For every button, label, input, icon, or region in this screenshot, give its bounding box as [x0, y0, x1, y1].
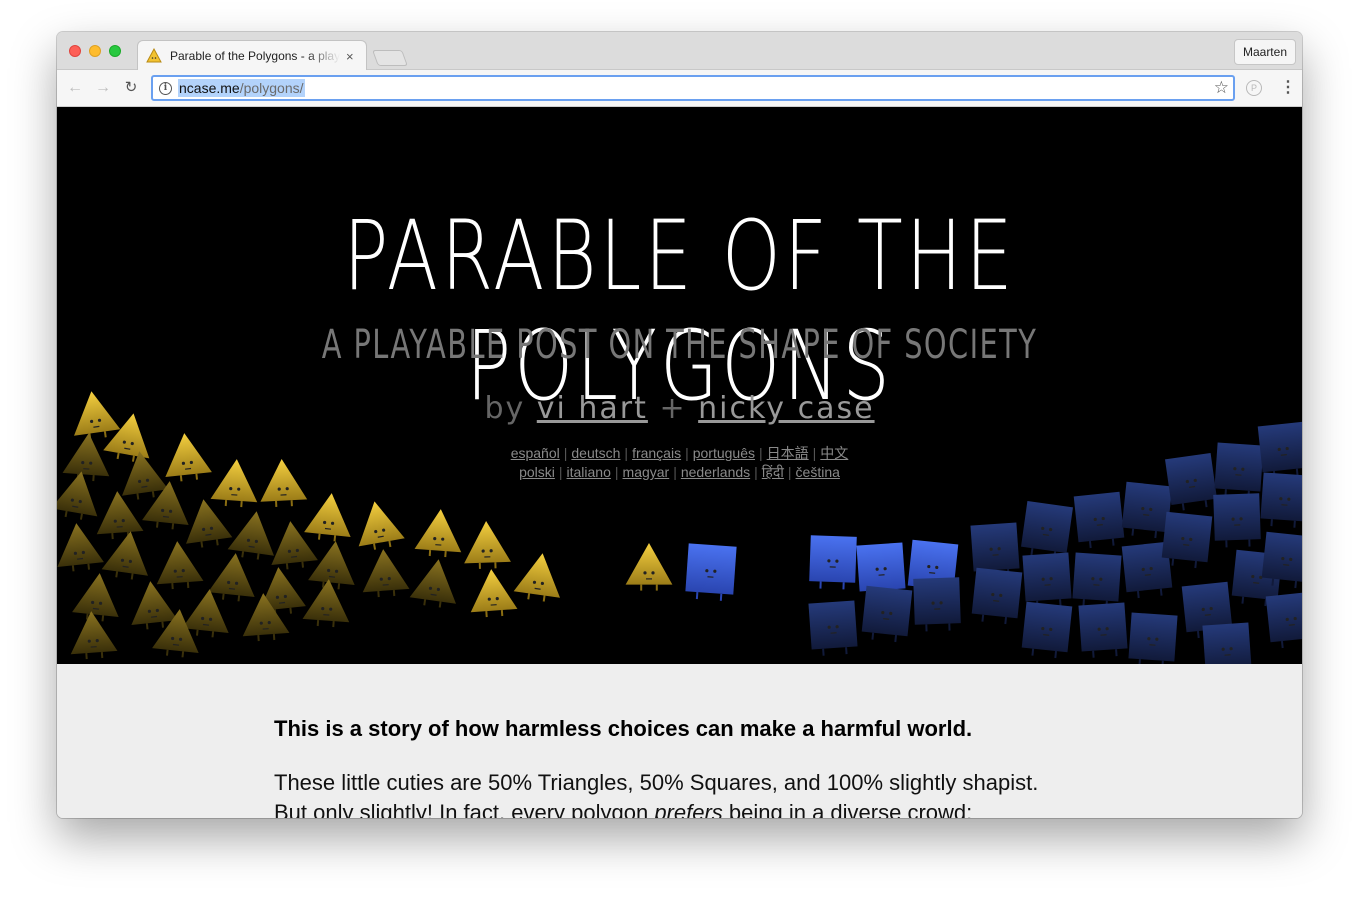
- intro-paragraph: These little cuties are 50% Triangles, 5…: [274, 768, 1094, 818]
- author-link-nicky-case[interactable]: nicky case: [698, 391, 874, 426]
- url-text[interactable]: ncase.me/polygons/: [178, 79, 305, 97]
- address-bar[interactable]: i ncase.me/polygons/ ☆: [151, 75, 1235, 101]
- square-character: [1021, 501, 1073, 559]
- language-link[interactable]: português: [693, 445, 755, 461]
- hero-subtitle: A PLAYABLE POST ON THE SHAPE OF SOCIETY: [321, 322, 1038, 368]
- triangle-character: [101, 531, 149, 580]
- window-close-button[interactable]: [69, 45, 81, 57]
- square-character: [1078, 602, 1128, 658]
- language-link[interactable]: magyar: [623, 464, 670, 480]
- by-label: by: [484, 391, 526, 426]
- triangle-character: [182, 589, 229, 638]
- article-body: This is a story of how harmless choices …: [57, 664, 1302, 818]
- triangle-character: [464, 521, 511, 569]
- language-link[interactable]: 日本語: [767, 445, 809, 461]
- triangle-character: [470, 569, 518, 618]
- triangle-character: [362, 549, 410, 598]
- browser-window: Parable of the Polygons - a playable pos…: [57, 32, 1302, 818]
- language-link[interactable]: polski: [519, 464, 555, 480]
- triangle-character: [227, 511, 275, 560]
- square-character: [861, 585, 913, 643]
- triangle-character: [302, 579, 350, 628]
- url-domain: ncase.me: [179, 80, 240, 96]
- triangle-character: [358, 501, 405, 550]
- square-character: [1072, 552, 1122, 608]
- star-icon[interactable]: ☆: [1214, 78, 1229, 98]
- language-link[interactable]: nederlands: [681, 464, 750, 480]
- menu-icon[interactable]: ⋮: [1280, 78, 1296, 98]
- tab-polygons[interactable]: Parable of the Polygons - a playable pos…: [137, 40, 367, 71]
- intro-emphasis: prefers: [654, 800, 723, 818]
- new-tab-button[interactable]: [372, 50, 408, 66]
- author-link-vi-hart[interactable]: vi hart: [537, 391, 648, 426]
- triangle-character: [70, 611, 118, 660]
- lead-sentence: This is a story of how harmless choices …: [274, 716, 973, 741]
- square-character: [1202, 622, 1252, 664]
- triangle-character: [414, 509, 462, 558]
- url-path: /polygons/: [239, 80, 304, 96]
- square-character: [1021, 601, 1073, 659]
- extension-icon[interactable]: P: [1246, 80, 1262, 96]
- triangle-character: [625, 543, 673, 591]
- triangle-character: [513, 553, 561, 602]
- square-character: [913, 577, 961, 632]
- square-character: [1265, 591, 1302, 649]
- profile-button[interactable]: Maarten: [1233, 39, 1296, 65]
- triangle-favicon-icon: [146, 48, 162, 63]
- hero-banner: PARABLE OF THE POLYGONS A PLAYABLE POST …: [57, 107, 1302, 664]
- info-icon[interactable]: i: [159, 81, 172, 95]
- language-link[interactable]: čeština: [796, 464, 840, 480]
- hero-title: PARABLE OF THE POLYGONS: [343, 200, 1016, 422]
- language-link[interactable]: español: [511, 445, 560, 461]
- language-link[interactable]: français: [632, 445, 681, 461]
- tab-strip: Parable of the Polygons - a playable pos…: [57, 32, 1302, 71]
- intro-line-2b: being in a diverse crowd:: [722, 800, 973, 818]
- authors-line: by vi hart + nicky case: [57, 391, 1302, 426]
- window-maximize-button[interactable]: [109, 45, 121, 57]
- triangle-character: [304, 493, 351, 542]
- triangle-character: [308, 541, 355, 590]
- window-minimize-button[interactable]: [89, 45, 101, 57]
- toolbar: ← → ↻ i ncase.me/polygons/ ☆ P ⋮: [57, 70, 1302, 107]
- language-link[interactable]: 中文: [820, 445, 848, 461]
- language-link[interactable]: हिंदी: [762, 464, 784, 480]
- triangle-character: [156, 541, 204, 590]
- square-character: [685, 543, 737, 601]
- triangle-character: [72, 573, 119, 622]
- square-character: [1073, 491, 1125, 549]
- square-character: [808, 600, 858, 656]
- plus-sign: +: [659, 391, 687, 426]
- triangle-character: [409, 559, 457, 608]
- tab-title: Parable of the Polygons - a playable pos…: [170, 49, 340, 63]
- square-character: [1128, 612, 1178, 664]
- triangle-character: [57, 523, 104, 572]
- back-arrow-icon[interactable]: ←: [66, 79, 84, 97]
- tab-close-icon[interactable]: ×: [346, 49, 354, 64]
- language-links-row-1: español | deutsch | français | português | 日本語 | 中…: [510, 445, 849, 461]
- triangle-character: [96, 491, 144, 540]
- language-links-row-2: polski | italiano | magyar | nederlands | हिंदी |…: [519, 464, 840, 480]
- intro-line-2a: But only slightly! In fact, every polygo…: [274, 800, 655, 818]
- language-link[interactable]: deutsch: [571, 445, 620, 461]
- triangle-character: [208, 553, 255, 602]
- reload-icon[interactable]: ↻: [122, 79, 140, 97]
- square-character: [1213, 493, 1261, 548]
- intro-line-1: These little cuties are 50% Triangles, 5…: [274, 770, 1039, 795]
- square-character: [809, 535, 857, 590]
- square-character: [971, 567, 1023, 625]
- forward-arrow-icon[interactable]: →: [94, 79, 112, 97]
- language-link[interactable]: italiano: [567, 464, 611, 480]
- square-character: [1022, 552, 1072, 608]
